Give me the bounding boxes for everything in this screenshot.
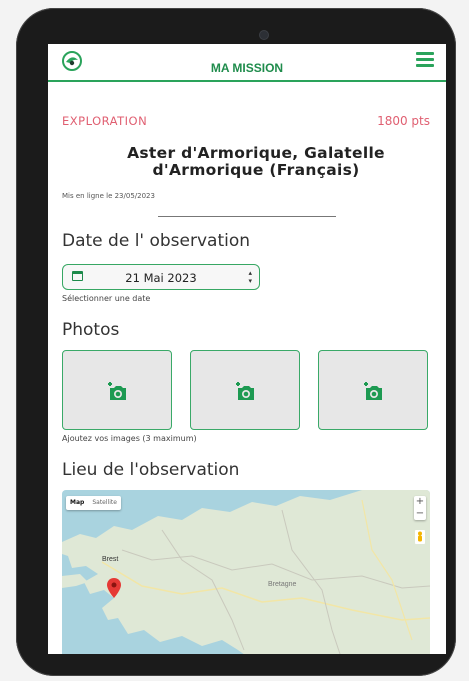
add-photo-icon (236, 382, 254, 400)
location-heading: Lieu de l'observation (62, 460, 240, 480)
date-value: 21 Mai 2023 (125, 271, 197, 285)
species-title-line2: d'Armorique (Français) (152, 161, 360, 179)
location-map[interactable]: Map Satellite + − Brest Bretagne (62, 490, 430, 654)
zoom-in-button[interactable]: + (414, 496, 426, 508)
date-stepper[interactable]: ▴ ▾ (248, 269, 252, 285)
published-date: Mis en ligne le 23/05/2023 (62, 192, 155, 200)
add-photo-icon (364, 382, 382, 400)
app-screen: MA MISSION EXPLORATION 1800 pts Aster d'… (48, 44, 446, 654)
photo-slot-1[interactable] (62, 350, 172, 430)
photo-slot-2[interactable] (190, 350, 300, 430)
date-picker-field[interactable]: 21 Mai 2023 ▴ ▾ (62, 264, 260, 290)
pegman-icon[interactable] (415, 530, 425, 544)
zoom-out-button[interactable]: − (414, 508, 426, 520)
mission-category: EXPLORATION (62, 114, 148, 128)
date-hint: Sélectionner une date (62, 294, 151, 303)
map-canvas (62, 490, 430, 654)
map-pin-icon[interactable] (107, 578, 121, 598)
map-label-brest: Brest (102, 556, 119, 563)
species-title: Aster d'Armorique, Galatelle d'Armorique… (86, 145, 426, 179)
photo-slot-3[interactable] (318, 350, 428, 430)
page-title: MA MISSION (210, 61, 284, 75)
date-heading: Date de l' observation (62, 231, 251, 251)
map-type-map[interactable]: Map (66, 496, 88, 510)
map-type-satellite[interactable]: Satellite (88, 496, 121, 510)
map-type-toggle[interactable]: Map Satellite (66, 496, 121, 510)
species-title-line1: Aster d'Armorique, Galatelle (127, 144, 385, 162)
app-header: MA MISSION (48, 44, 446, 82)
map-label-bretagne: Bretagne (268, 581, 297, 588)
photos-heading: Photos (62, 320, 120, 340)
add-photo-icon (108, 382, 126, 400)
mission-points: 1800 pts (377, 114, 430, 128)
front-camera (260, 31, 268, 39)
menu-icon[interactable] (416, 52, 434, 68)
photos-hint: Ajoutez vos images (3 maximum) (62, 434, 197, 443)
divider (158, 216, 336, 217)
zoom-controls: + − (414, 496, 426, 520)
